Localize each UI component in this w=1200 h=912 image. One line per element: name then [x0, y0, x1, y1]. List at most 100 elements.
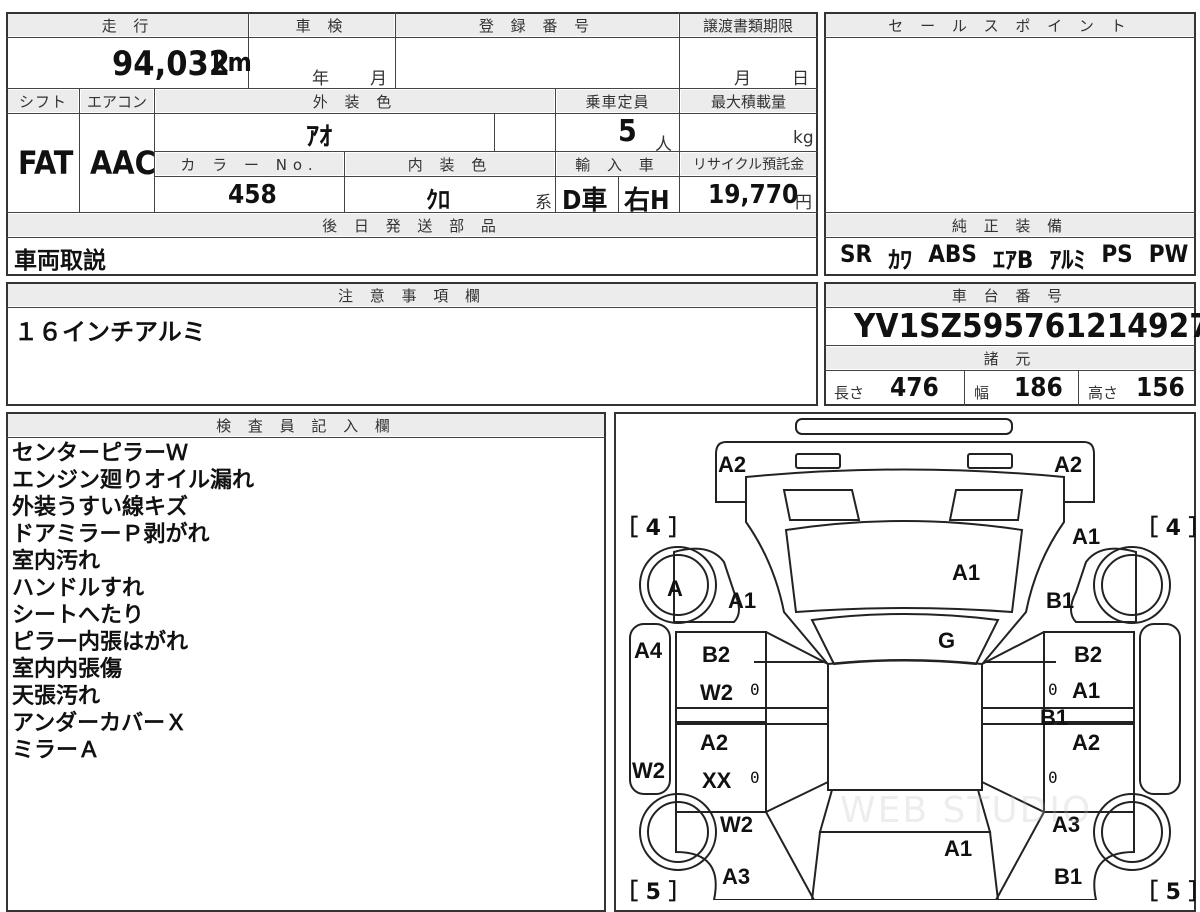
length-label: 長さ: [834, 384, 865, 402]
notes-header: 注 意 事 項 欄: [8, 284, 816, 306]
color-no-label: カ ラ ー No.: [180, 155, 319, 174]
list-item: 外装うすい線キズ: [12, 495, 189, 520]
recycle-header: リサイクル預託金: [681, 153, 816, 175]
list-item: ピラー内張はがれ: [12, 630, 189, 655]
genuine-equipment-header: 純 正 装 備: [826, 214, 1194, 236]
bonnet: [784, 520, 1024, 614]
mileage-unit: km: [212, 48, 252, 78]
list-item: シートへたり: [12, 603, 145, 628]
list-item: ドアミラーＰ剥がれ: [12, 522, 210, 547]
transfer-deadline-label: 譲渡書類期限: [702, 16, 793, 35]
interior-color-header: 内 装 色: [346, 153, 554, 175]
transfer-day-unit: 日: [792, 69, 809, 89]
list-item: ハンドルすれ: [12, 576, 145, 601]
import-header: 輸 入 車: [557, 153, 678, 175]
mark-fender-right-front: A1: [1072, 524, 1101, 549]
mark-door-left-front-1: B2: [702, 642, 731, 667]
sill-right: [1139, 623, 1181, 795]
capacity-label: 乗車定員: [585, 92, 650, 111]
mark-door-right-rear: A2: [1072, 730, 1101, 755]
equipment-item: ｶﾜ: [888, 246, 913, 274]
list-item: アンダーカバーＸ: [12, 711, 188, 736]
roof: [827, 659, 983, 791]
zero-marker: 0: [750, 768, 760, 787]
shift-label: シフト: [18, 92, 67, 111]
mark-wheel-left-front: A: [667, 576, 683, 601]
chassis-header: 車 台 番 号: [826, 284, 1194, 306]
list-item: 室内内張傷: [12, 657, 123, 682]
import-label: 輸 入 車: [575, 155, 660, 174]
aircon-label: エアコン: [86, 92, 147, 111]
shift-header: シフト: [8, 90, 78, 112]
exterior-color-value: ｱｵ: [306, 122, 333, 152]
specs-label: 諸 元: [983, 349, 1037, 368]
mark-door-left-rear-1: A2: [700, 730, 729, 755]
inspector-list: センターピラーＷ エンジン廻りオイル漏れ 外装うすい線キズ ドアミラーＰ剥がれ …: [12, 440, 254, 764]
height-label: 高さ: [1088, 384, 1119, 402]
windshield: [810, 613, 1000, 666]
mark-pillar-left: A4: [634, 638, 663, 663]
notes-label: 注 意 事 項 欄: [337, 286, 487, 305]
exterior-color-header: 外 装 色: [156, 90, 554, 112]
recycle-label: リサイクル預託金: [692, 157, 805, 173]
equipment-item: ｴｱB: [992, 246, 1034, 274]
list-item: ミラーＡ: [12, 738, 101, 763]
width-label: 幅: [974, 384, 990, 402]
color-no-value: 458: [228, 180, 277, 210]
tire-depth-front-right: ［ 4 ］: [1136, 516, 1200, 541]
registration-header: 登 録 番 号: [396, 14, 678, 36]
transfer-month-unit: 月: [734, 69, 751, 89]
mark-door-right-front-1: B2: [1074, 642, 1103, 667]
mark-fender-right: B1: [1046, 588, 1075, 613]
mark-front-bumper-right: A2: [1054, 452, 1083, 477]
interior-color-value: ｸﾛ: [426, 186, 450, 214]
later-parts-label: 後 日 発 送 部 品: [322, 216, 502, 235]
recycle-value: 19,770: [708, 180, 799, 210]
chassis-value: YV1SZ595761214927: [854, 306, 1200, 345]
mileage-header: 走 行: [8, 14, 248, 36]
sales-point-header: セ ー ル ス ポ イ ン ト: [826, 14, 1194, 36]
mark-door-left-rear-2: XX: [702, 768, 732, 793]
tire-depth-front-left: ［ 4 ］: [616, 516, 691, 541]
genuine-equipment-list: SR ｶﾜ ABS ｴｱB ｱﾙﾐ PS PW: [840, 240, 1188, 275]
list-item: センターピラーＷ: [12, 441, 189, 466]
specs-header: 諸 元: [826, 347, 1194, 369]
wheel-rear-left: [639, 793, 717, 871]
mark-door-right-front-3: B1: [1040, 705, 1069, 730]
front-bumper-bar: [795, 418, 1013, 435]
mark-rear-bumper-right: B1: [1054, 864, 1083, 889]
inspector-label: 検 査 員 記 入 欄: [216, 416, 396, 435]
interior-color-label: 内 装 色: [407, 155, 493, 174]
length-value: 476: [890, 373, 939, 403]
width-value: 186: [1014, 373, 1063, 403]
front-bumper: [715, 441, 1095, 503]
grille-left: [782, 489, 861, 521]
zero-marker: 0: [750, 680, 760, 699]
registration-label: 登 録 番 号: [478, 16, 596, 35]
color-no-header: カ ラ ー No.: [156, 153, 343, 175]
mark-sill-left: W2: [632, 758, 665, 783]
mark-windshield: G: [938, 628, 956, 653]
headlight-right: [967, 453, 1013, 469]
transfer-deadline-header: 譲渡書類期限: [680, 14, 816, 36]
mark-quarter-left: W2: [720, 812, 753, 837]
equipment-item: PS: [1101, 240, 1133, 268]
equipment-item: PW: [1148, 240, 1189, 268]
height-value: 156: [1136, 373, 1185, 403]
list-item: エンジン廻りオイル漏れ: [12, 468, 255, 493]
mark-door-left-front-2: W2: [700, 680, 733, 705]
equipment-item: ABS: [928, 240, 977, 268]
list-item: 天張汚れ: [12, 684, 101, 709]
aircon-value: AAC: [90, 144, 156, 182]
wheel-front-right: [1093, 546, 1171, 624]
tire-depth-rear-right: ［ 5 ］: [1136, 880, 1200, 905]
max-load-label: 最大積載量: [710, 92, 786, 111]
wheel-rear-right: [1093, 793, 1171, 871]
mark-fender-left-front: A1: [728, 588, 757, 613]
aircon-header: エアコン: [81, 90, 153, 112]
equipment-item: SR: [840, 240, 873, 268]
max-load-header: 最大積載量: [681, 90, 816, 112]
capacity-value: 5: [618, 114, 637, 149]
shift-value: FAT: [18, 144, 74, 182]
mark-door-right-front-2: A1: [1072, 678, 1101, 703]
